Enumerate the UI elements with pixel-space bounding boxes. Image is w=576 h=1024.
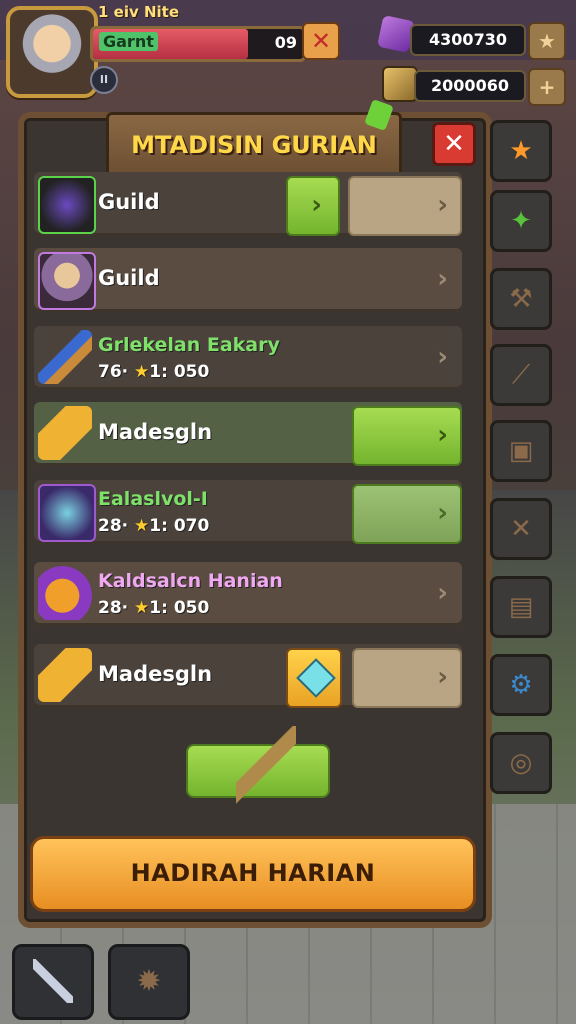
item-stats: 28· ★1: 070	[98, 516, 209, 536]
chevron-right-icon: ›	[437, 190, 448, 220]
chevron-right-icon[interactable]: ›	[437, 264, 448, 294]
scroll-icon	[38, 406, 92, 460]
wrench-icon: ⚒	[509, 284, 533, 314]
item-stats: 76· ★1: 050	[98, 362, 209, 382]
item-name: Guild	[98, 266, 160, 290]
side-favorite-button[interactable]: ★	[490, 120, 552, 182]
hp-value: 09	[274, 33, 297, 52]
side-book-button[interactable]: ▣	[490, 420, 552, 482]
item-name: Madesgln	[98, 662, 213, 686]
sword-icon	[33, 959, 73, 1003]
list-item[interactable]: Guild ›	[34, 248, 462, 312]
chevron-right-icon: ›	[437, 498, 448, 528]
book-icon: ▣	[508, 436, 534, 466]
bottom-settings-button[interactable]: ✹	[108, 944, 190, 1020]
list-item[interactable]: Grlekelan Eakary 76· ★1: 050 ›	[34, 326, 462, 390]
item-reward: 1: 070	[149, 516, 210, 536]
scroll-icon: ▤	[508, 592, 534, 622]
gear-icon: ✹	[136, 964, 162, 999]
leaf-icon: ✦	[510, 206, 532, 236]
wand-icon	[38, 330, 92, 384]
item-count: 28·	[98, 516, 129, 536]
close-icon: ✕	[443, 129, 465, 159]
sword-currency-icon	[382, 66, 418, 102]
reward-slot[interactable]: ›	[352, 648, 462, 708]
list-item[interactable]: Madesgln ›	[34, 402, 462, 466]
close-hud-button[interactable]: ✕	[302, 22, 340, 60]
chevron-right-icon: ›	[437, 420, 448, 450]
reward-slot[interactable]: ›	[348, 176, 462, 236]
chevron-right-icon[interactable]: ›	[437, 342, 448, 372]
plus-icon: +	[538, 75, 556, 99]
item-name: Grlekelan Eakary	[98, 334, 280, 356]
character-portrait-icon	[38, 252, 96, 310]
chevron-right-icon: ›	[437, 662, 448, 692]
armor-icon	[38, 484, 96, 542]
scroll-icon	[38, 648, 92, 702]
sword-icon	[236, 726, 296, 806]
item-name: Kaldsalcn Hanian	[98, 570, 283, 592]
item-name: Ealaslvol-I	[98, 488, 208, 510]
side-spiral-button[interactable]: ◎	[490, 732, 552, 794]
close-panel-button[interactable]: ✕	[432, 122, 476, 166]
item-name: Madesgln	[98, 420, 213, 444]
favorite-button[interactable]: ★	[528, 22, 566, 60]
list-item[interactable]: Madesgln ›	[34, 644, 462, 708]
item-reward: 1: 050	[149, 598, 210, 618]
star-icon: ★	[134, 598, 150, 618]
gem-reward-button[interactable]	[286, 648, 342, 708]
item-reward: 1: 050	[149, 362, 210, 382]
gem-counter: 4300730	[410, 24, 526, 56]
go-button[interactable]: ›	[352, 406, 462, 466]
star-icon: ★	[509, 136, 533, 166]
chevron-right-icon: ›	[311, 190, 322, 220]
list-item[interactable]: Kaldsalcn Hanian 28· ★1: 050 ›	[34, 562, 462, 626]
gold-pot-icon	[38, 566, 92, 620]
side-scroll-button[interactable]: ▤	[490, 576, 552, 638]
gold-counter: 2000060	[414, 70, 526, 102]
branch-icon: ⟋	[511, 360, 531, 390]
gear-icon: ⚙	[509, 670, 533, 700]
item-stats: 28· ★1: 050	[98, 598, 209, 618]
panel-title: MTADISIN GURIAN	[106, 112, 402, 180]
bottom-sword-button[interactable]	[12, 944, 94, 1020]
item-name: Guild	[98, 190, 160, 214]
side-tool-button[interactable]: ⚒	[490, 268, 552, 330]
star-icon: ★	[538, 29, 556, 53]
helmet-icon	[38, 176, 96, 234]
go-button[interactable]: ›	[352, 484, 462, 544]
daily-reward-button[interactable]: HADIRAH HARIAN	[30, 836, 476, 912]
pause-button[interactable]: II	[90, 66, 118, 94]
add-gold-button[interactable]: +	[528, 68, 566, 106]
side-branch-button[interactable]: ⟋	[490, 344, 552, 406]
chevron-right-icon[interactable]: ›	[437, 578, 448, 608]
star-icon: ★	[134, 362, 150, 382]
close-icon: ✕	[310, 27, 332, 55]
go-button[interactable]: ›	[286, 176, 340, 236]
player-level-label: 1 еiv Nite	[98, 3, 180, 21]
diamond-icon	[296, 658, 336, 698]
list-item[interactable]: Ealaslvol-I 28· ★1: 070 ›	[34, 480, 462, 544]
spiral-icon: ◎	[509, 748, 533, 778]
side-settings-button[interactable]: ⚙	[490, 654, 552, 716]
player-name: Garnt	[99, 32, 158, 51]
side-leaf-button[interactable]: ✦	[490, 190, 552, 252]
player-avatar[interactable]	[6, 6, 98, 98]
star-icon: ★	[134, 516, 150, 536]
hp-bar: Garnt 09	[90, 26, 306, 62]
hammer-icon: ✕	[510, 514, 532, 544]
item-count: 28·	[98, 598, 129, 618]
item-count: 76·	[98, 362, 129, 382]
side-hammer-button[interactable]: ✕	[490, 498, 552, 560]
list-item[interactable]: Guild › ›	[34, 172, 462, 236]
